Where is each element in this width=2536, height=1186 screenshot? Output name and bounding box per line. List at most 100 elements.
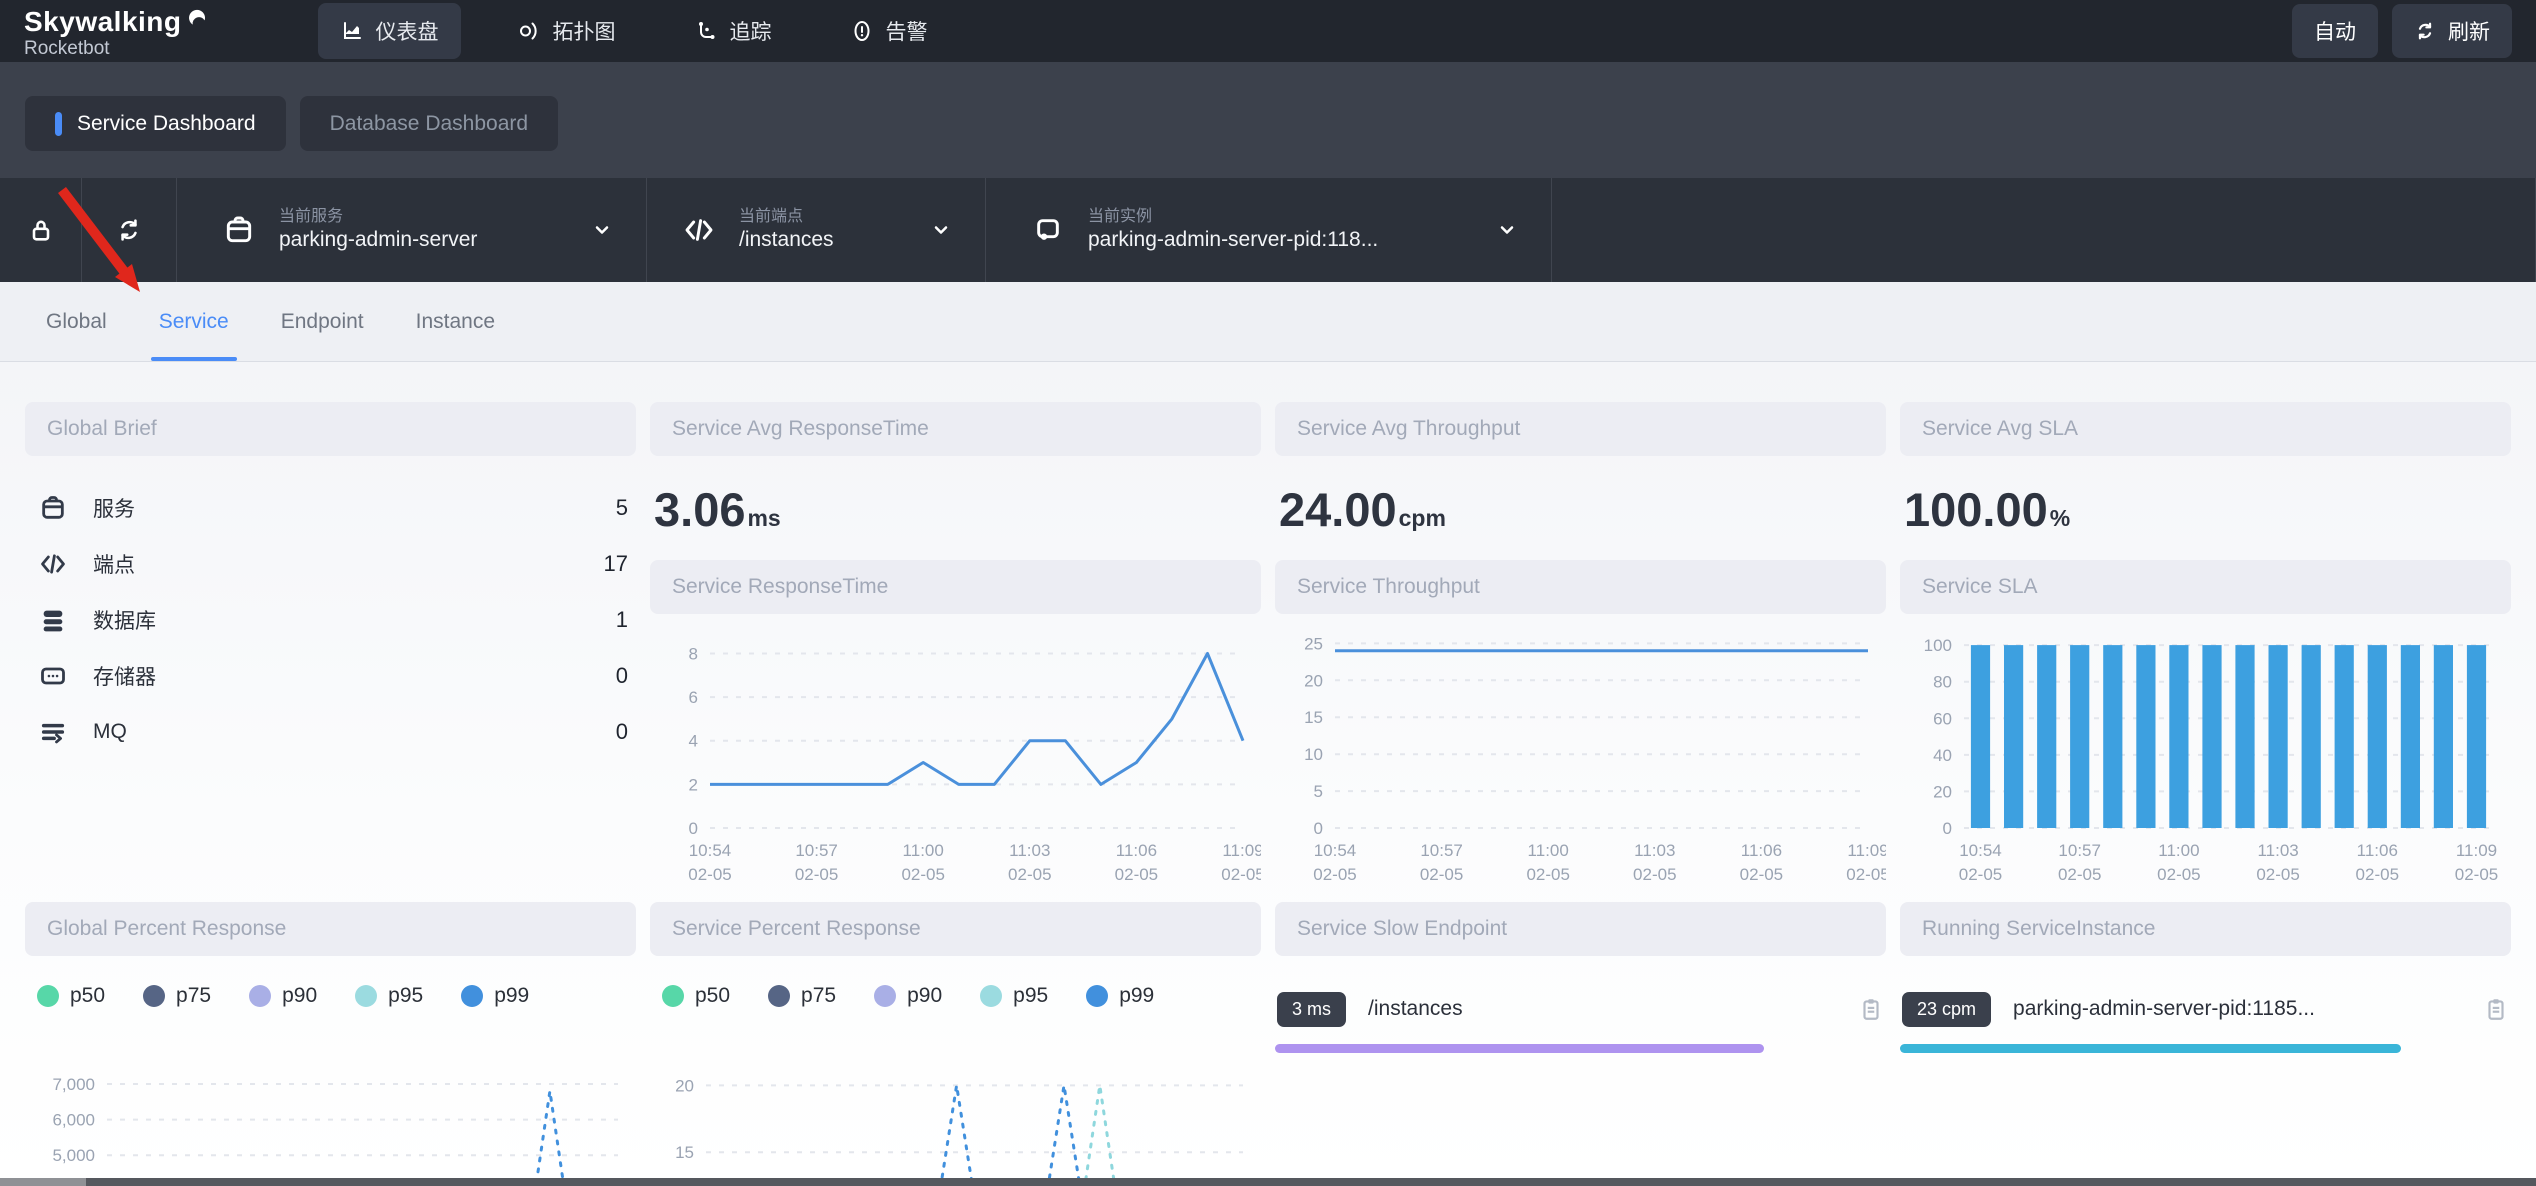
- card-title: Service ResponseTime: [650, 560, 1261, 614]
- nav-item-dashboard[interactable]: 仪表盘: [318, 3, 461, 59]
- svg-text:02-05: 02-05: [795, 865, 838, 884]
- endpoint-icon: [39, 550, 67, 578]
- metric-unit: ms: [747, 505, 780, 531]
- svg-text:20: 20: [675, 1076, 694, 1095]
- svg-text:02-05: 02-05: [1221, 865, 1261, 884]
- svg-text:10:57: 10:57: [2058, 841, 2101, 860]
- svg-text:7,000: 7,000: [52, 1075, 95, 1094]
- chevron-down-icon: [1497, 220, 1517, 240]
- legend-dot: [874, 985, 896, 1007]
- nav-item-label: 仪表盘: [376, 16, 439, 46]
- svg-text:02-05: 02-05: [1313, 865, 1356, 884]
- window-bottom-edge: [0, 1178, 2536, 1186]
- svg-text:11:06: 11:06: [1116, 841, 1157, 860]
- card-title-text: Service Throughput: [1297, 575, 1480, 599]
- svg-text:02-05: 02-05: [1420, 865, 1463, 884]
- legend-dot: [355, 985, 377, 1007]
- refresh-icon: [2414, 20, 2436, 42]
- legend-item-p90: p90: [249, 984, 317, 1008]
- legend-item-p99: p99: [461, 984, 529, 1008]
- svg-text:02-05: 02-05: [901, 865, 944, 884]
- clipboard-icon[interactable]: [1858, 996, 1884, 1022]
- avg-throughput-value: 24.00cpm: [1275, 456, 1886, 560]
- scope-tabs-bar: Global Service Endpoint Instance: [0, 282, 2536, 362]
- database-icon: [39, 606, 67, 634]
- main-nav: 仪表盘 拓扑图 追踪: [318, 3, 950, 59]
- svg-text:02-05: 02-05: [2058, 865, 2101, 884]
- skywalking-dashboard-page: Skywalking Rocketbot 仪表盘 拓扑图: [0, 0, 2536, 1186]
- chevron-down-icon: [931, 220, 951, 240]
- mq-icon: [39, 718, 67, 746]
- svg-text:4: 4: [689, 732, 698, 751]
- svg-text:5: 5: [1314, 782, 1323, 801]
- current-endpoint-selector[interactable]: 当前端点 /instances: [647, 178, 986, 282]
- auto-refresh-button[interactable]: 自动: [2292, 4, 2378, 58]
- card-global-percent-response: Global Percent Response p50 p75 p90 p95 …: [25, 902, 636, 1186]
- legend-dot: [249, 985, 271, 1007]
- current-instance-selector[interactable]: 当前实例 parking-admin-server-pid:118...: [986, 178, 1552, 282]
- list-item-label: 数据库: [93, 605, 156, 635]
- svg-text:02-05: 02-05: [2455, 865, 2498, 884]
- card-global-brief: Global Brief 服务 5: [25, 402, 636, 902]
- tab-database-dashboard[interactable]: Database Dashboard: [300, 96, 558, 151]
- svg-text:02-05: 02-05: [2256, 865, 2299, 884]
- tab-instance[interactable]: Instance: [390, 282, 521, 361]
- legend-item-p95: p95: [980, 984, 1048, 1008]
- storage-icon: [39, 662, 67, 690]
- nav-item-topology[interactable]: 拓扑图: [495, 3, 638, 59]
- svg-text:11:03: 11:03: [1009, 841, 1050, 860]
- legend-dot: [768, 985, 790, 1007]
- refresh-button-label: 刷新: [2448, 16, 2490, 46]
- list-item-endpoints: 端点 17: [25, 536, 636, 592]
- tab-label: Service Dashboard: [77, 112, 256, 136]
- tab-service-dashboard[interactable]: Service Dashboard: [25, 96, 286, 151]
- reload-selectors-button[interactable]: [82, 178, 177, 282]
- card-title: Service Avg Throughput: [1275, 402, 1886, 456]
- svg-text:02-05: 02-05: [1633, 865, 1676, 884]
- nav-item-trace[interactable]: 追踪: [672, 3, 794, 59]
- selector-value: parking-admin-server-pid:118...: [1088, 227, 1378, 253]
- nav-item-alarm[interactable]: 告警: [828, 3, 950, 59]
- selector-value: parking-admin-server: [279, 227, 477, 253]
- sla-bar-chart: 02040608010010:5402-0510:5702-0511:0002-…: [1900, 622, 2511, 897]
- svg-text:15: 15: [675, 1143, 694, 1162]
- tab-service[interactable]: Service: [133, 282, 255, 361]
- svg-text:0: 0: [689, 819, 698, 838]
- card-title-text: Service Avg Throughput: [1297, 417, 1520, 441]
- selector-label: 当前端点: [739, 207, 834, 227]
- lock-button[interactable]: [0, 178, 82, 282]
- scope-tab-label: Endpoint: [281, 310, 364, 334]
- legend-item-p75: p75: [143, 984, 211, 1008]
- metric-value: 100.00: [1904, 483, 2048, 536]
- svg-text:10:54: 10:54: [1314, 841, 1357, 860]
- selector-label: 当前实例: [1088, 207, 1378, 227]
- percentile-legend: p50 p75 p90 p95 p99: [25, 980, 636, 1012]
- tab-global[interactable]: Global: [20, 282, 133, 361]
- refresh-icon: [115, 216, 143, 244]
- list-item-storage: 存储器 0: [25, 648, 636, 704]
- card-service-sla: Service Avg SLA 100.00% Service SLA 0204…: [1900, 402, 2511, 902]
- list-item-label: 服务: [93, 493, 135, 523]
- legend-dot: [461, 985, 483, 1007]
- svg-text:10:57: 10:57: [1420, 841, 1463, 860]
- refresh-button[interactable]: 刷新: [2392, 4, 2512, 58]
- clipboard-icon[interactable]: [2483, 996, 2509, 1022]
- legend-item-p99: p99: [1086, 984, 1154, 1008]
- dashboard-tabs-bar: Service Dashboard Database Dashboard: [0, 62, 2536, 178]
- card-service-response-time: Service Avg ResponseTime 3.06ms Service …: [650, 402, 1261, 902]
- list-item-value: 0: [616, 719, 628, 745]
- tab-endpoint[interactable]: Endpoint: [255, 282, 390, 361]
- endpoint-value-bar: [1275, 1044, 1764, 1053]
- current-service-selector[interactable]: 当前服务 parking-admin-server: [177, 178, 647, 282]
- global-percent-chart: 7,0006,0005,0004,000: [25, 1038, 636, 1186]
- running-instance-row: 23 cpm parking-admin-server-pid:1185...: [1900, 984, 2511, 1034]
- legend-dot: [662, 985, 684, 1007]
- nav-item-label: 拓扑图: [553, 16, 616, 46]
- svg-text:11:03: 11:03: [2257, 841, 2298, 860]
- list-item-value: 5: [616, 495, 628, 521]
- tab-label: Database Dashboard: [330, 112, 528, 136]
- dashboard-icon: [340, 19, 364, 43]
- svg-text:80: 80: [1933, 673, 1952, 692]
- metric-unit: %: [2050, 505, 2070, 531]
- svg-text:6,000: 6,000: [52, 1111, 95, 1130]
